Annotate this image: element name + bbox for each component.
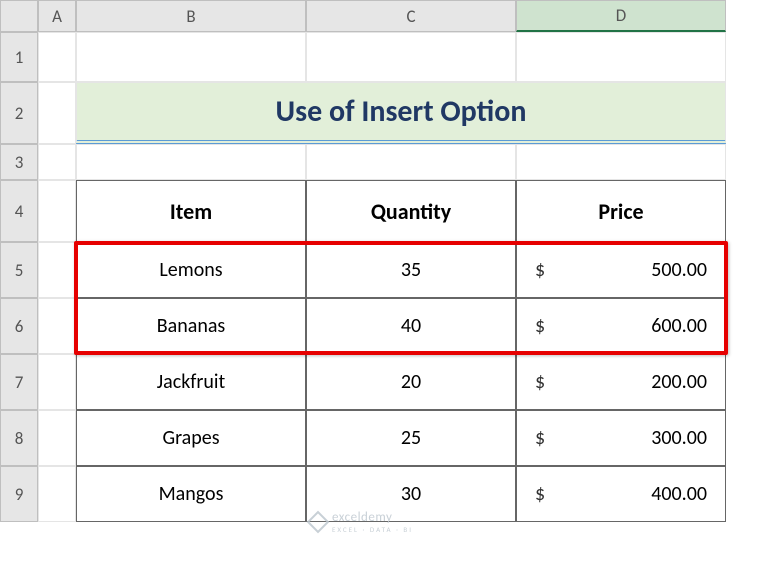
cell-C3[interactable] (306, 144, 516, 180)
price-1[interactable]: $ 600.00 (516, 298, 726, 354)
price-3[interactable]: $ 300.00 (516, 410, 726, 466)
currency-symbol: $ (535, 482, 545, 506)
select-all-corner[interactable] (0, 0, 38, 32)
cell-D1[interactable] (516, 32, 726, 82)
cell-A1[interactable] (38, 32, 76, 82)
cell-A9[interactable] (38, 466, 76, 522)
cell-B1[interactable] (76, 32, 306, 82)
row-header-7[interactable]: 7 (0, 354, 38, 410)
cell-A2[interactable] (38, 82, 76, 144)
price-value: 200.00 (651, 370, 707, 394)
qty-3[interactable]: 25 (306, 410, 516, 466)
col-header-B[interactable]: B (76, 0, 306, 32)
currency-symbol: $ (535, 258, 545, 282)
qty-1[interactable]: 40 (306, 298, 516, 354)
qty-2[interactable]: 20 (306, 354, 516, 410)
currency-symbol: $ (535, 426, 545, 450)
col-header-D[interactable]: D (516, 0, 726, 32)
price-0[interactable]: $ 500.00 (516, 242, 726, 298)
row-header-2[interactable]: 2 (0, 82, 38, 144)
watermark-icon (307, 511, 330, 534)
spreadsheet-grid: A B C D 1 2 Use of Insert Option 3 4 Ite… (0, 0, 767, 522)
price-4[interactable]: $ 400.00 (516, 466, 726, 522)
price-2[interactable]: $ 200.00 (516, 354, 726, 410)
cell-A5[interactable] (38, 242, 76, 298)
item-2[interactable]: Jackfruit (76, 354, 306, 410)
item-3[interactable]: Grapes (76, 410, 306, 466)
item-1[interactable]: Bananas (76, 298, 306, 354)
cell-D3[interactable] (516, 144, 726, 180)
item-4[interactable]: Mangos (76, 466, 306, 522)
row-header-3[interactable]: 3 (0, 144, 38, 180)
price-value: 600.00 (651, 314, 707, 338)
cell-A7[interactable] (38, 354, 76, 410)
row-header-6[interactable]: 6 (0, 298, 38, 354)
row-header-8[interactable]: 8 (0, 410, 38, 466)
row-header-1[interactable]: 1 (0, 32, 38, 82)
header-item[interactable]: Item (76, 180, 306, 242)
price-value: 400.00 (651, 482, 707, 506)
watermark-tagline: EXCEL · DATA · BI (332, 525, 413, 534)
col-header-A[interactable]: A (38, 0, 76, 32)
cell-A8[interactable] (38, 410, 76, 466)
cell-A3[interactable] (38, 144, 76, 180)
header-price[interactable]: Price (516, 180, 726, 242)
qty-0[interactable]: 35 (306, 242, 516, 298)
row-header-5[interactable]: 5 (0, 242, 38, 298)
row-header-9[interactable]: 9 (0, 466, 38, 522)
cell-A4[interactable] (38, 180, 76, 242)
title-cell[interactable]: Use of Insert Option (76, 82, 726, 144)
cell-A6[interactable] (38, 298, 76, 354)
watermark: exceldemy EXCEL · DATA · BI (310, 510, 413, 534)
row-header-4[interactable]: 4 (0, 180, 38, 242)
col-header-C[interactable]: C (306, 0, 516, 32)
currency-symbol: $ (535, 370, 545, 394)
price-value: 300.00 (651, 426, 707, 450)
cell-C1[interactable] (306, 32, 516, 82)
header-quantity[interactable]: Quantity (306, 180, 516, 242)
cell-B3[interactable] (76, 144, 306, 180)
watermark-brand: exceldemy (332, 510, 392, 525)
item-0[interactable]: Lemons (76, 242, 306, 298)
currency-symbol: $ (535, 314, 545, 338)
price-value: 500.00 (651, 258, 707, 282)
